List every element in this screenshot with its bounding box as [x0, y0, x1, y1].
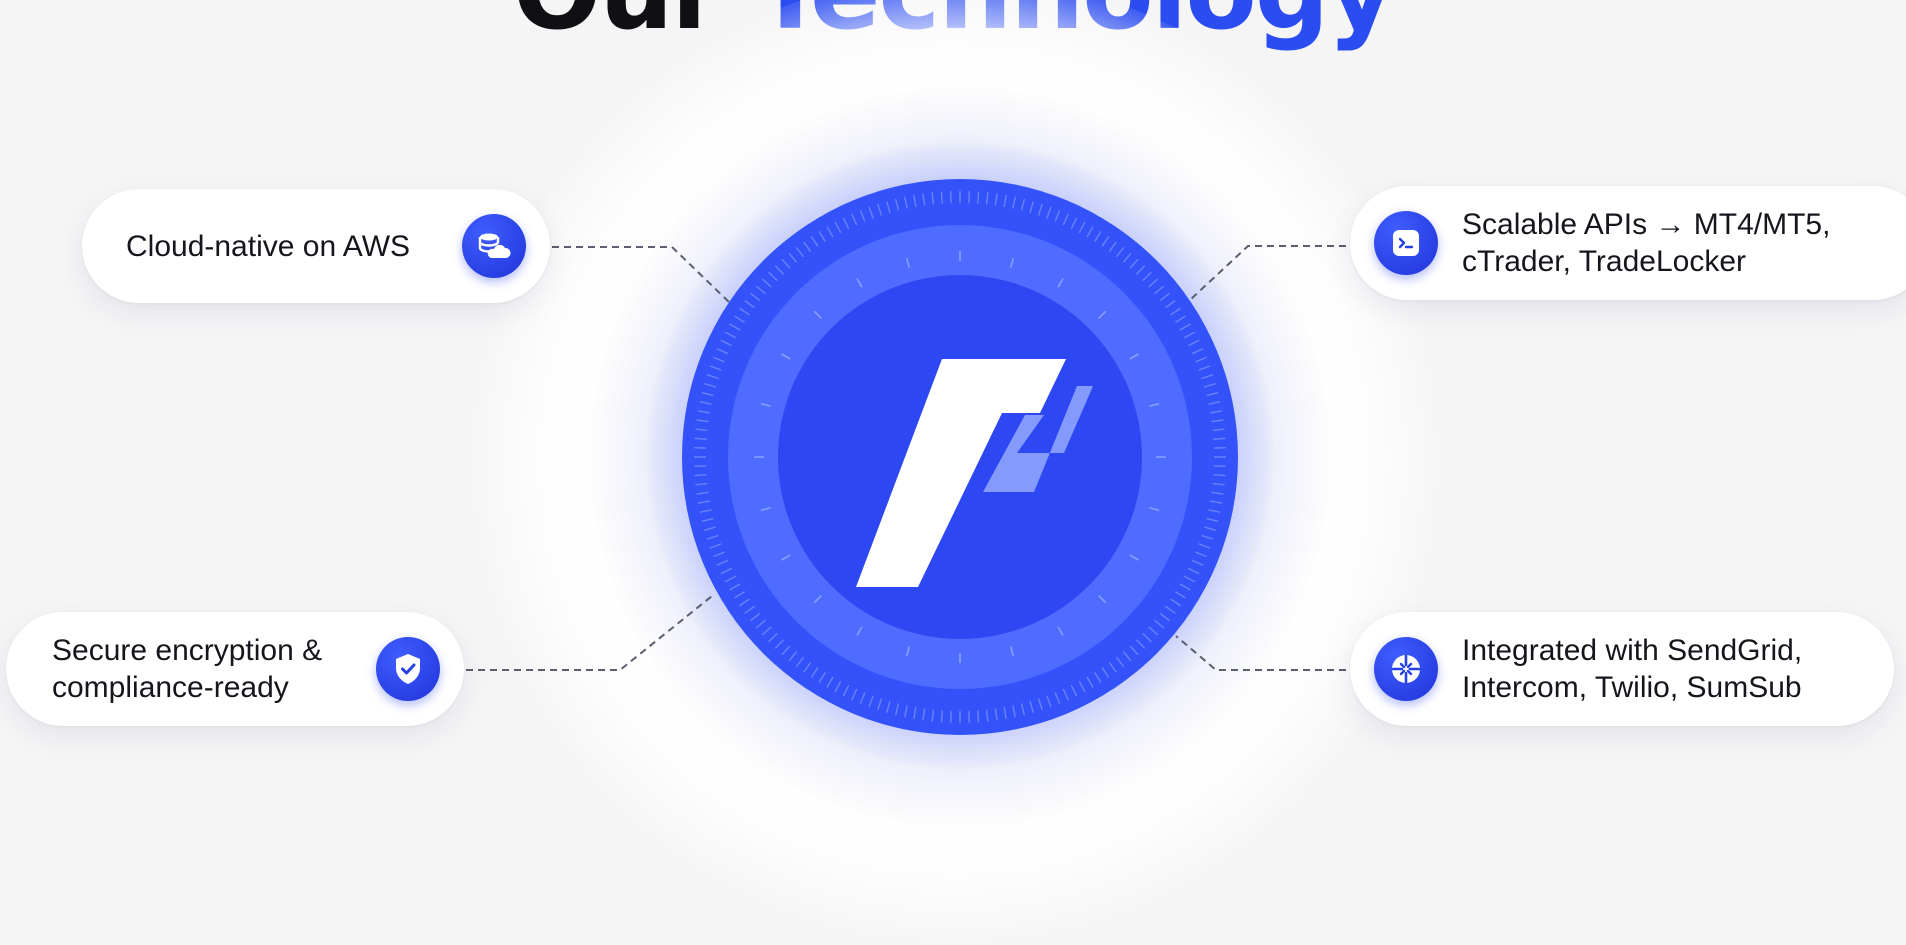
feature-label-integrations: Integrated with SendGrid, Intercom, Twil… — [1462, 632, 1802, 706]
connector-security — [466, 596, 712, 670]
database-cloud-icon — [462, 214, 526, 278]
feature-pill-security: Secure encryption & compliance-ready — [6, 612, 464, 726]
feature-label-apis: Scalable APIs → MT4/MT5, cTrader, TradeL… — [1462, 206, 1830, 280]
feature-pill-integrations: Integrated with SendGrid, Intercom, Twil… — [1350, 612, 1894, 726]
terminal-icon — [1374, 211, 1438, 275]
feature-pill-apis: Scalable APIs → MT4/MT5, cTrader, TradeL… — [1350, 186, 1906, 300]
feature-label-aws: Cloud-native on AWS — [126, 228, 410, 265]
shield-check-icon — [376, 637, 440, 701]
feature-label-security: Secure encryption & compliance-ready — [52, 632, 322, 706]
technology-dial — [680, 177, 1240, 737]
integration-hub-icon — [1374, 637, 1438, 701]
feature-pill-aws: Cloud-native on AWS — [82, 189, 550, 303]
